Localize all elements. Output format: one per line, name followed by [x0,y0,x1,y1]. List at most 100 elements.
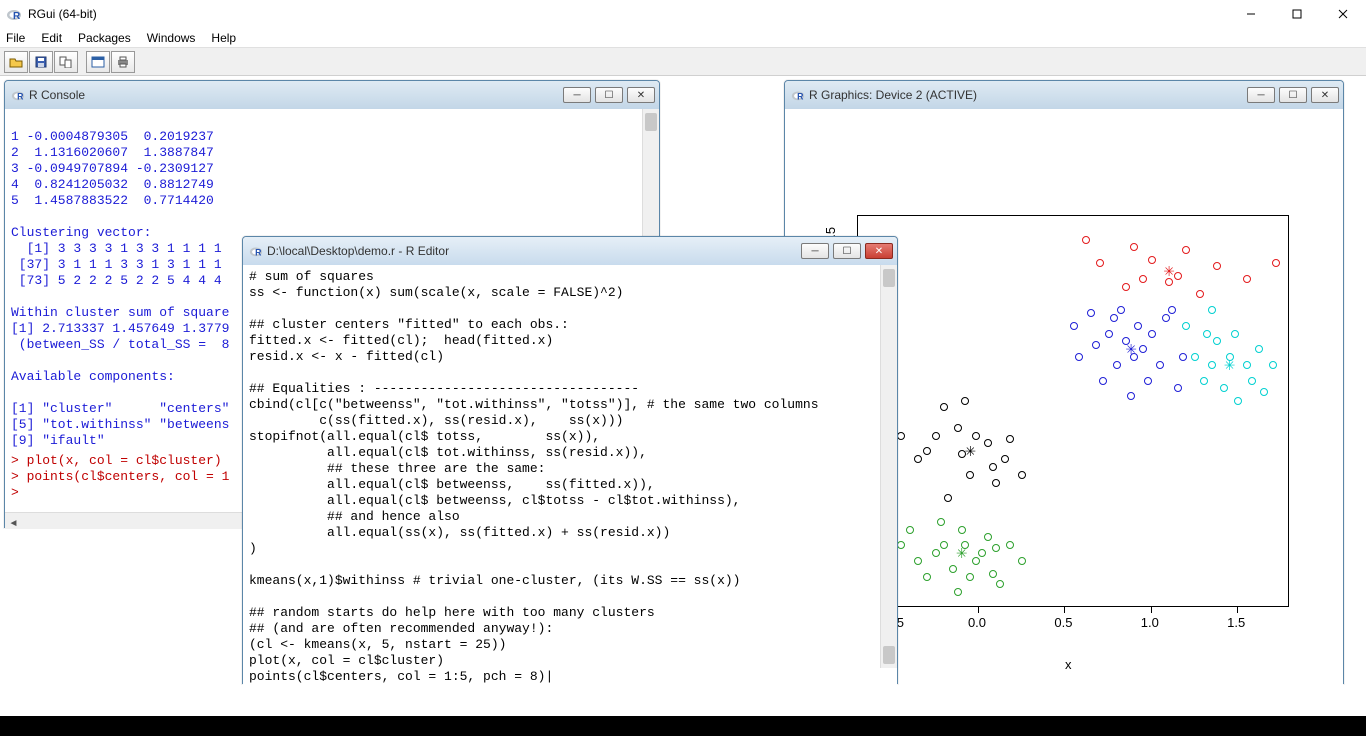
cluster-center-icon: ✳ [956,547,967,559]
data-point [1117,306,1125,314]
data-point [1018,471,1026,479]
data-point [989,463,997,471]
data-point [961,397,969,405]
graphics-minimize-button[interactable]: ─ [1247,87,1275,103]
data-point [1168,306,1176,314]
editor-maximize-button[interactable]: ☐ [833,243,861,259]
data-point [1001,455,1009,463]
data-point [1134,322,1142,330]
data-point [897,432,905,440]
data-point [992,544,1000,552]
main-titlebar: R RGui (64-bit) [0,0,1366,28]
svg-text:R: R [255,247,262,257]
copypaste-icon[interactable] [54,51,78,73]
r-logo-icon: R [249,244,263,258]
minimize-button[interactable] [1228,0,1274,28]
editor-vscrollbar[interactable] [880,265,897,668]
data-point [1196,290,1204,298]
menu-help[interactable]: Help [211,31,236,45]
data-point [1272,259,1280,267]
data-point [949,565,957,573]
data-point [992,479,1000,487]
console-titlebar[interactable]: R R Console ─ ☐ ✕ [5,81,659,109]
data-point [972,557,980,565]
data-point [937,518,945,526]
editor-minimize-button[interactable]: ─ [801,243,829,259]
cluster-center-icon: ✳ [1224,359,1235,371]
data-point [923,573,931,581]
menubar: File Edit Packages Windows Help [0,28,1366,48]
data-point [1018,557,1026,565]
r-logo-icon: R [6,6,22,22]
data-point [1234,397,1242,405]
editor-titlebar[interactable]: R D:\local\Desktop\demo.r - R Editor ─ ☐… [243,237,897,265]
main-title: RGui (64-bit) [28,7,97,21]
editor-code[interactable]: # sum of squares ss <- function(x) sum(s… [243,265,897,685]
menu-windows[interactable]: Windows [147,31,196,45]
graphics-titlebar[interactable]: R R Graphics: Device 2 (ACTIVE) ─ ☐ ✕ [785,81,1343,109]
cluster-center-icon: ✳ [1126,343,1137,355]
data-point [1148,330,1156,338]
newwindow-icon[interactable] [86,51,110,73]
maximize-button[interactable] [1274,0,1320,28]
data-point [989,570,997,578]
os-taskbar[interactable] [0,716,1366,736]
data-point [954,588,962,596]
data-point [1139,275,1147,283]
data-point [1231,330,1239,338]
data-point [914,455,922,463]
save-icon[interactable] [29,51,53,73]
x-tick-label: 0.0 [968,615,986,630]
data-point [1075,353,1083,361]
data-point [1105,330,1113,338]
data-point [966,471,974,479]
cluster-center-icon: ✳ [965,445,976,457]
console-maximize-button[interactable]: ☐ [595,87,623,103]
data-point [932,549,940,557]
graphics-close-button[interactable]: ✕ [1311,87,1339,103]
data-point [1092,341,1100,349]
data-point [1110,314,1118,322]
data-point [972,432,980,440]
console-close-button[interactable]: ✕ [627,87,655,103]
menu-packages[interactable]: Packages [78,31,131,45]
toolbar [0,48,1366,76]
close-button[interactable] [1320,0,1366,28]
data-point [1220,384,1228,392]
data-point [954,424,962,432]
data-point [1213,262,1221,270]
data-point [1096,259,1104,267]
data-point [984,439,992,447]
menu-file[interactable]: File [6,31,25,45]
data-point [1243,275,1251,283]
data-point [1203,330,1211,338]
data-point [984,533,992,541]
data-point [1082,236,1090,244]
data-point [1127,392,1135,400]
data-point [914,557,922,565]
graphics-title: R Graphics: Device 2 (ACTIVE) [809,88,977,102]
data-point [966,573,974,581]
editor-body[interactable]: # sum of squares ss <- function(x) sum(s… [243,265,897,685]
plot-region: ✳✳✳✳✳ [857,215,1289,607]
r-logo-icon: R [791,88,805,102]
data-point [1006,541,1014,549]
data-point [1162,314,1170,322]
editor-window: R D:\local\Desktop\demo.r - R Editor ─ ☐… [242,236,898,684]
data-point [1113,361,1121,369]
data-point [978,549,986,557]
graphics-maximize-button[interactable]: ☐ [1279,87,1307,103]
data-point [1213,337,1221,345]
data-point [1179,353,1187,361]
console-minimize-button[interactable]: ─ [563,87,591,103]
data-point [1148,256,1156,264]
data-point [1191,353,1199,361]
print-icon[interactable] [111,51,135,73]
data-point [1144,377,1152,385]
data-point [1200,377,1208,385]
editor-close-button[interactable]: ✕ [865,243,893,259]
data-point [906,526,914,534]
data-point [1248,377,1256,385]
menu-edit[interactable]: Edit [41,31,62,45]
open-icon[interactable] [4,51,28,73]
